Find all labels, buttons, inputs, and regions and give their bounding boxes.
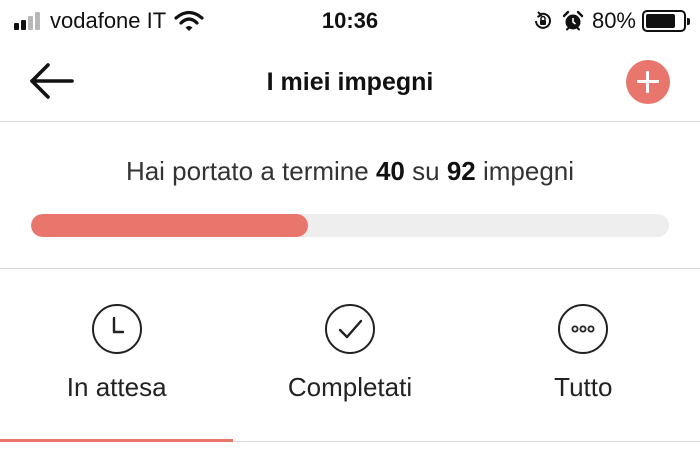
tab-tutto[interactable]: Tutto [467,270,700,441]
add-button[interactable] [626,60,670,104]
progress-bar [31,214,669,237]
signal-icon [14,12,42,30]
page-title: I miei impegni [266,68,434,96]
progress-bar-fill [31,214,309,237]
progress-middle: su [412,156,440,186]
clock-icon [91,304,142,354]
arrow-left-icon [30,63,74,99]
carrier-name: vodafone IT [50,8,167,33]
total-count: 92 [446,156,476,186]
active-tab-indicator [0,439,233,442]
progress-summary: Hai portato a termine 40 su 92 impegni [0,123,700,269]
back-button[interactable] [26,60,78,102]
tab-label: Tutto [554,372,613,402]
status-bar-left: vodafone IT [14,8,204,34]
completed-count: 40 [375,156,405,186]
status-bar: vodafone IT 10:36 80% [0,0,700,42]
tab-label: Completati [287,372,413,402]
tab-completati[interactable]: Completati [233,270,466,441]
tab-label: In attesa [66,372,167,402]
progress-prefix: Hai portato a termine [125,156,369,186]
progress-text: Hai portato a termine 40 su 92 impegni [0,156,700,187]
checkmark-icon [324,304,375,354]
filter-tabs: In attesa Completati Tutto [0,270,700,442]
more-dots-icon [558,304,609,354]
battery-icon [642,10,690,32]
alarm-icon [562,10,584,31]
battery-percent: 80% [591,8,636,33]
nav-header: I miei impegni [0,42,700,122]
tab-in-attesa[interactable]: In attesa [0,270,233,442]
rotation-lock-icon [534,11,551,29]
progress-suffix: impegni [482,156,575,186]
status-bar-right: 80% [532,8,690,34]
battery-level [646,14,675,28]
wifi-icon [174,10,204,31]
